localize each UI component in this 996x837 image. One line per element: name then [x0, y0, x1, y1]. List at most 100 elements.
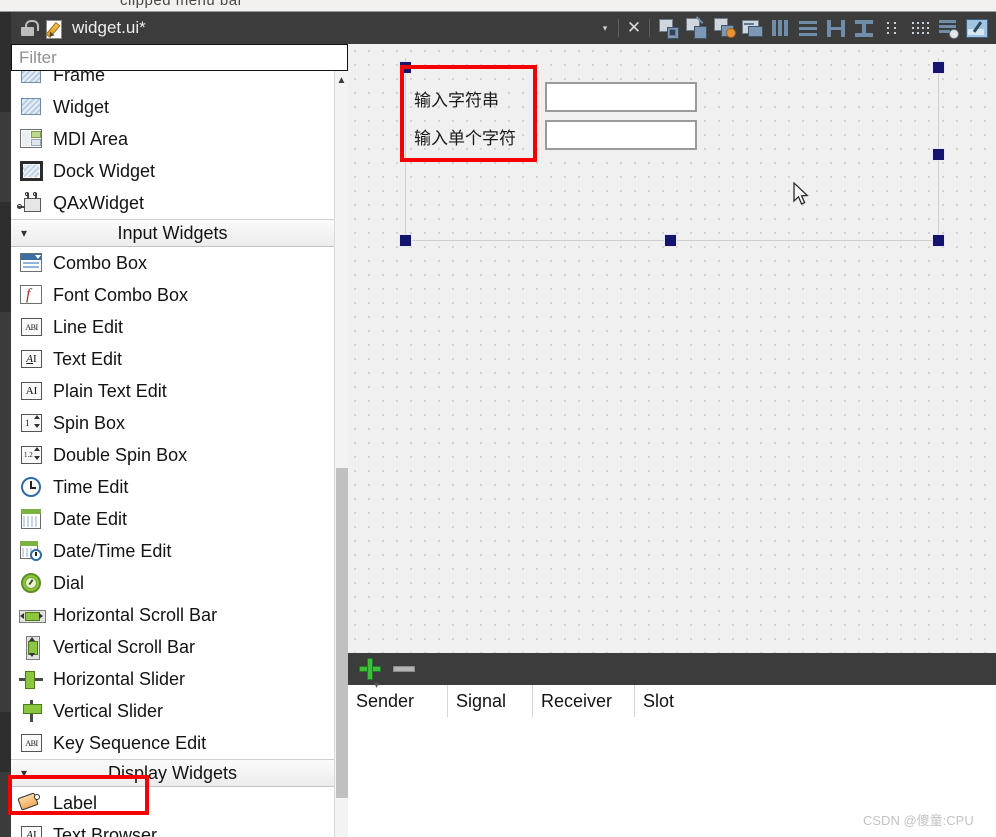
dock-strip-segment [0, 712, 11, 772]
widget-item-plain-text-edit[interactable]: AI Plain Text Edit [11, 375, 334, 407]
widget-item-horizontal-scroll-bar[interactable]: Horizontal Scroll Bar [11, 599, 334, 631]
scroll-up-arrow-icon[interactable]: ▲ [335, 71, 348, 89]
layout-grid-icon[interactable] [879, 15, 905, 41]
left-dock-strip[interactable] [0, 12, 11, 837]
layout-vertically-icon[interactable] [795, 15, 821, 41]
column-header-label: Sender [356, 690, 415, 711]
widget-item-time-edit[interactable]: Time Edit [11, 471, 334, 503]
column-header-slot[interactable]: Slot [635, 685, 996, 717]
widget-list-scrollbar[interactable]: ▲ [334, 71, 348, 837]
plain-text-edit-icon: AI [17, 379, 47, 403]
column-header-label: Slot [643, 690, 675, 711]
resize-handle-bottom-left[interactable] [400, 235, 411, 246]
widget-item-key-sequence-edit[interactable]: ABI Key Sequence Edit [11, 727, 334, 759]
widget-item-widget[interactable]: Widget [11, 91, 334, 123]
qaxwidget-icon [17, 191, 47, 215]
widget-item-font-combo-box[interactable]: f Font Combo Box [11, 279, 334, 311]
edit-buddies-icon[interactable] [711, 15, 737, 41]
double-spin-box-icon: 1.2 [17, 443, 47, 467]
widget-item-label: Line Edit [53, 316, 124, 337]
widget-item-double-spin-box[interactable]: 1.2 Double Spin Box [11, 439, 334, 471]
form-line-edit-string[interactable] [545, 82, 697, 112]
widget-item-label: Horizontal Scroll Bar [53, 604, 218, 625]
remove-connection-button[interactable] [390, 656, 420, 682]
resize-handle-top-right[interactable] [933, 62, 944, 73]
category-label: Input Widgets [117, 222, 228, 243]
widget-item-spin-box[interactable]: 1 Spin Box [11, 407, 334, 439]
widget-item-label: Text Browser [53, 824, 158, 837]
chevron-down-icon[interactable]: ▾ [596, 14, 614, 42]
text-browser-icon: AI [17, 823, 47, 837]
widget-item-qaxwidget[interactable]: QAxWidget [11, 187, 334, 219]
toolbar-separator [649, 19, 650, 37]
widget-item-label: Frame [53, 71, 106, 85]
filter-input[interactable]: Filter [11, 44, 348, 71]
preview-icon[interactable] [963, 15, 989, 41]
widget-item-dial[interactable]: Dial [11, 567, 334, 599]
time-edit-icon [17, 475, 47, 499]
layout-toolbar [654, 15, 996, 41]
column-header-sender[interactable]: ▾ Sender [348, 680, 448, 717]
layout-in-grid-icon[interactable] [935, 15, 961, 41]
menu-bar-clipped[interactable]: clipped menu bar [0, 0, 996, 12]
widget-item-vertical-slider[interactable]: Vertical Slider [11, 695, 334, 727]
scrollbar-thumb[interactable] [336, 468, 348, 798]
unlock-icon[interactable] [18, 18, 39, 38]
break-layout-icon[interactable] [655, 15, 681, 41]
date-edit-icon [17, 507, 47, 531]
widget-item-label: Combo Box [53, 252, 148, 273]
layout-form-icon[interactable] [907, 15, 933, 41]
menu-bar-text: clipped menu bar [120, 0, 244, 9]
horizontal-slider-icon [17, 667, 47, 691]
sort-indicator-icon: ▾ [374, 680, 380, 691]
layout-vertical-splitter-icon[interactable] [851, 15, 877, 41]
widget-item-label: Key Sequence Edit [53, 732, 207, 753]
widget-item-vertical-scroll-bar[interactable]: Vertical Scroll Bar [11, 631, 334, 663]
widget-item-text-browser[interactable]: AI Text Browser [11, 819, 334, 837]
widget-item-combo-box[interactable]: Combo Box [11, 247, 334, 279]
mdi-area-icon [17, 127, 47, 151]
frame-icon [17, 71, 47, 87]
widget-list[interactable]: Frame Widget MDI Area Dock Widget QAxWid… [11, 71, 334, 837]
font-combo-box-icon: f [17, 283, 47, 307]
widget-item-label: Vertical Scroll Bar [53, 636, 196, 657]
signal-slot-toolbar [348, 653, 996, 685]
layout-horizontally-icon[interactable] [767, 15, 793, 41]
layout-horizontal-splitter-icon[interactable] [823, 15, 849, 41]
widget-item-date-time-edit[interactable]: Date/Time Edit [11, 535, 334, 567]
line-edit-icon: ABI [17, 315, 47, 339]
document-edit-icon [44, 18, 64, 39]
category-input-widgets[interactable]: ▾ Input Widgets [11, 219, 334, 247]
annotation-box-form-labels [400, 65, 537, 162]
widget-item-date-edit[interactable]: Date Edit [11, 503, 334, 535]
widget-item-label: QAxWidget [53, 192, 145, 213]
close-icon[interactable]: ✕ [623, 15, 645, 41]
column-header-signal[interactable]: Signal [448, 685, 533, 717]
widget-item-label: Dial [53, 572, 85, 593]
resize-handle-middle-right[interactable] [933, 149, 944, 160]
widget-item-label: Spin Box [53, 412, 126, 433]
widget-item-mdi-area[interactable]: MDI Area [11, 123, 334, 155]
widget-item-label: Font Combo Box [53, 284, 189, 305]
resize-handle-bottom-center[interactable] [665, 235, 676, 246]
widget-box-panel: Filter Frame Widget MDI Area Dock Widget… [11, 44, 348, 837]
widget-item-dock-widget[interactable]: Dock Widget [11, 155, 334, 187]
widget-item-line-edit[interactable]: ABI Line Edit [11, 311, 334, 343]
toolbar-separator [618, 19, 619, 37]
add-connection-button[interactable] [356, 656, 386, 682]
widget-item-frame[interactable]: Frame [11, 71, 334, 91]
edit-tab-order-icon[interactable] [739, 15, 765, 41]
vertical-scroll-bar-icon [17, 635, 47, 660]
column-header-receiver[interactable]: Receiver [533, 685, 635, 717]
combo-box-icon [17, 251, 47, 275]
widget-item-label: MDI Area [53, 128, 129, 149]
form-window-titlebar: widget.ui* ▾ ✕ [11, 12, 996, 44]
spin-box-icon: 1 [17, 411, 47, 435]
resize-handle-bottom-right[interactable] [933, 235, 944, 246]
widget-item-horizontal-slider[interactable]: Horizontal Slider [11, 663, 334, 695]
column-header-label: Signal [456, 690, 507, 711]
widget-icon [17, 95, 47, 119]
widget-item-text-edit[interactable]: AI Text Edit [11, 343, 334, 375]
adjust-size-icon[interactable] [683, 15, 709, 41]
form-line-edit-char[interactable] [545, 120, 697, 150]
